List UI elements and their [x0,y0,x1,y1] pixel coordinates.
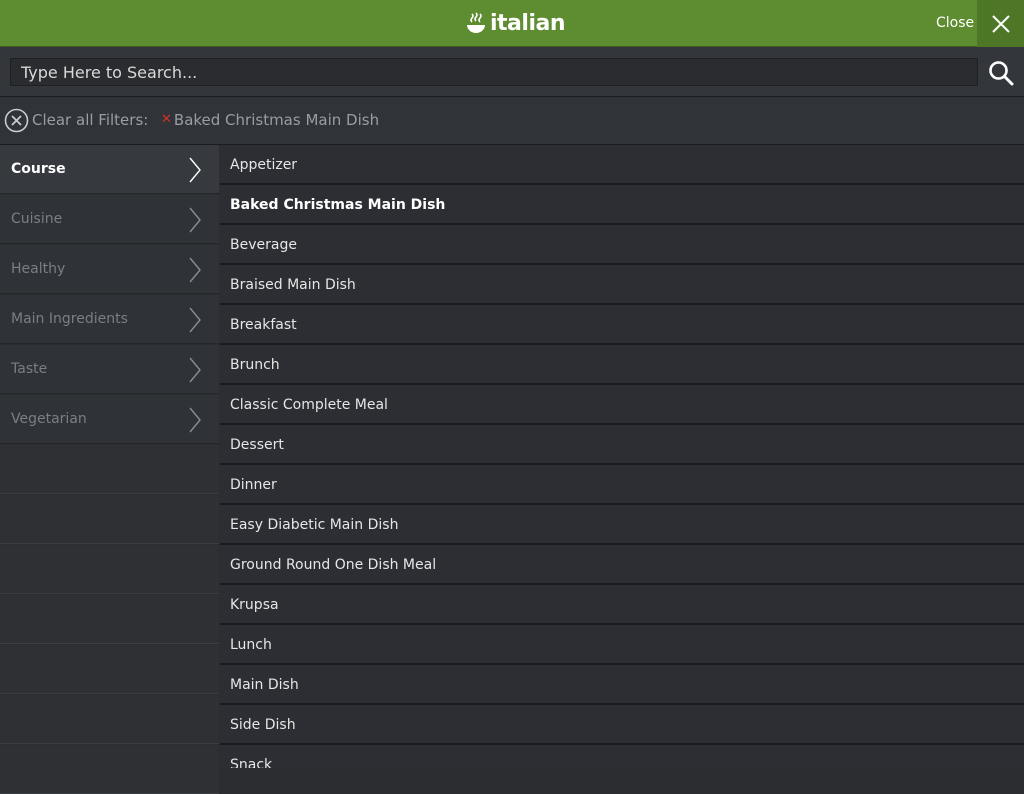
sidebar-item-label: Vegetarian [11,411,87,427]
app-header: italian Close [0,0,1024,47]
sidebar-item-label: Course [11,161,66,177]
list-item[interactable]: Dessert [220,425,1024,465]
chevron-right-icon [189,357,201,383]
list-item-label: Dessert [230,437,284,453]
sidebar-empty-row [0,695,219,744]
sidebar-item-healthy[interactable]: Healthy [0,245,219,294]
list-item-label: Ground Round One Dish Meal [230,557,437,573]
list-item-label: Snack [230,757,273,768]
sidebar-empty-row [0,495,219,544]
filter-bar: Clear all Filters: ✕ Baked Christmas Mai… [0,97,1024,145]
list-item[interactable]: Snack [220,745,1024,768]
search-input[interactable] [10,58,978,86]
active-filter-tag[interactable]: ✕ Baked Christmas Main Dish [161,111,379,129]
list-item[interactable]: Dinner [220,465,1024,505]
chevron-right-icon [189,207,201,233]
sidebar-item-taste[interactable]: Taste [0,345,219,394]
list-item[interactable]: Lunch [220,625,1024,665]
list-item-label: Krupsa [230,597,279,613]
chevron-right-icon [189,257,201,283]
list-item[interactable]: Krupsa [220,585,1024,625]
list-item-label: Easy Diabetic Main Dish [230,517,399,533]
list-item-label: Lunch [230,637,272,653]
app-logo: italian [466,10,566,38]
sidebar-empty-row [0,595,219,644]
sidebar-item-label: Main Ingredients [11,311,128,327]
list-item-label: Appetizer [230,157,298,173]
chevron-right-icon [189,157,201,183]
chevron-right-icon [189,407,201,433]
sidebar-item-vegetarian[interactable]: Vegetarian [0,395,219,444]
list-item-label: Baked Christmas Main Dish [230,197,446,213]
list-item[interactable]: Ground Round One Dish Meal [220,545,1024,585]
search-icon[interactable] [988,60,1014,86]
sidebar-item-cuisine[interactable]: Cuisine [0,195,219,244]
sidebar-item-label: Taste [11,361,48,377]
option-list: Appetizer Baked Christmas Main Dish Bevera… [220,145,1024,768]
list-item[interactable]: Braised Main Dish [220,265,1024,305]
clear-filters-icon[interactable] [4,108,29,133]
sidebar-empty-row [0,645,219,694]
list-item-label: Beverage [230,237,297,253]
close-icon [991,14,1010,33]
list-item-label: Side Dish [230,717,296,733]
close-label[interactable]: Close [936,14,974,32]
list-item[interactable]: Classic Complete Meal [220,385,1024,425]
close-button[interactable] [977,0,1024,47]
list-item-label: Classic Complete Meal [230,397,388,413]
list-item[interactable]: Breakfast [220,305,1024,345]
chef-bowl-icon [467,12,485,33]
sidebar-empty-row [0,445,219,494]
chevron-right-icon [189,307,201,333]
search-bar [0,47,1024,97]
list-item[interactable]: Side Dish [220,705,1024,745]
remove-filter-icon[interactable]: ✕ [161,111,172,129]
list-item[interactable]: Beverage [220,225,1024,265]
clear-filters-label[interactable]: Clear all Filters: [32,111,148,129]
list-item[interactable]: Appetizer [220,145,1024,185]
list-item[interactable]: Easy Diabetic Main Dish [220,505,1024,545]
active-filter-label: Baked Christmas Main Dish [173,111,380,129]
sidebar-item-course[interactable]: Course [0,145,219,194]
sidebar-item-label: Healthy [11,261,66,277]
list-item-label: Brunch [230,357,280,373]
sidebar-empty-row [0,745,219,794]
list-item[interactable]: Main Dish [220,665,1024,705]
list-item-label: Breakfast [230,317,297,333]
list-item[interactable]: Baked Christmas Main Dish [220,185,1024,225]
sidebar-item-label: Cuisine [11,211,63,227]
list-item-label: Dinner [230,477,277,493]
sidebar-item-main-ingredients[interactable]: Main Ingredients [0,295,219,344]
list-item-label: Braised Main Dish [230,277,356,293]
logo-text: italian [490,11,566,36]
list-item-label: Main Dish [230,677,299,693]
category-sidebar: Course Cuisine Healthy Main Ingredients Tast… [0,145,220,794]
list-item[interactable]: Brunch [220,345,1024,385]
sidebar-empty-row [0,545,219,594]
